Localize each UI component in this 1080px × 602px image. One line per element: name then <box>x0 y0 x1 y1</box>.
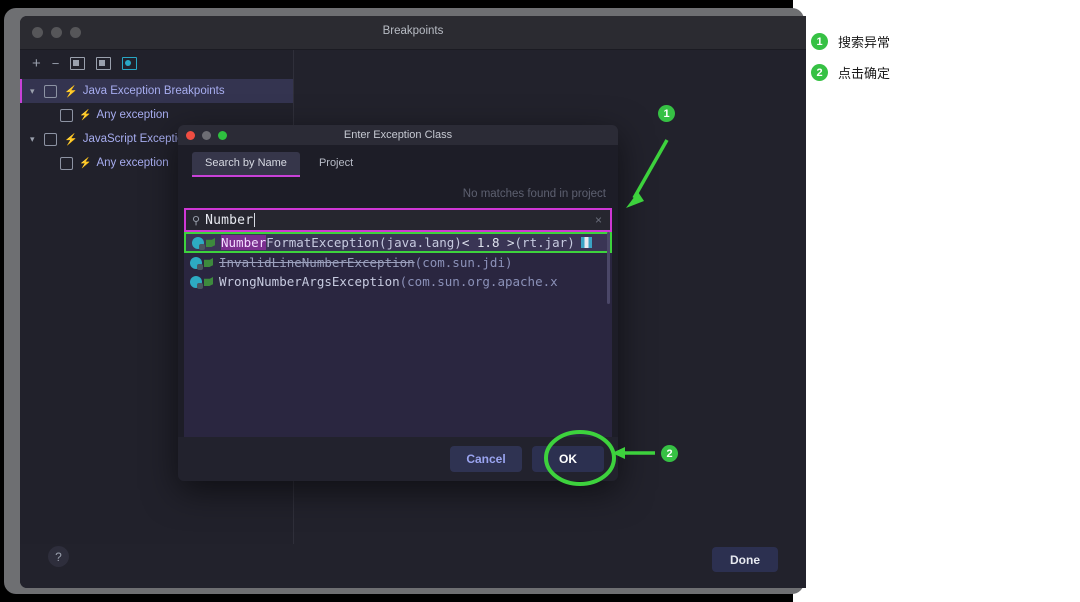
chevron-down-icon[interactable]: ▾ <box>30 134 44 145</box>
window-titlebar: Breakpoints <box>20 16 806 50</box>
cancel-button[interactable]: Cancel <box>450 446 522 472</box>
dialog-tabs: Search by Name Project <box>192 152 366 177</box>
breakpoint-bolt-muted-icon: ⚡ <box>79 110 91 121</box>
result-class-name: InvalidLineNumberException <box>219 255 415 270</box>
no-matches-status: No matches found in project <box>463 188 606 200</box>
search-input[interactable]: ⚲ Number × <box>184 208 612 232</box>
group-breakpoints-icon[interactable] <box>70 57 85 70</box>
exception-tag-icon <box>204 277 213 286</box>
tree-item-any-exception-java[interactable]: ⚡ Any exception <box>20 103 293 127</box>
text-caret <box>254 213 255 227</box>
breakpoint-bolt-muted-icon: ⚡ <box>79 158 91 169</box>
annotation-badge-2: 2 <box>661 445 678 462</box>
tree-checkbox[interactable] <box>44 133 57 146</box>
annotation-notes-panel: 1 搜索异常 2 点击确定 口帕—口厂 Captured with Xnip <box>793 0 1080 602</box>
search-icon: ⚲ <box>192 214 200 227</box>
result-class-name: FormatException <box>266 235 379 250</box>
tree-item-java-exception-breakpoints[interactable]: ▾ ⚡ Java Exception Breakpoints <box>20 79 293 103</box>
result-jar: (rt.jar) <box>515 235 575 250</box>
class-icon <box>190 276 202 288</box>
mute-breakpoints-icon[interactable] <box>122 57 137 70</box>
dialog-titlebar: Enter Exception Class <box>178 125 618 145</box>
result-row-wrong-number-args-exception[interactable]: WrongNumberArgsException (com.sun.org.ap… <box>184 272 612 291</box>
annotation-note-1: 1 搜索异常 <box>811 32 890 51</box>
exception-tag-icon <box>204 258 213 267</box>
tree-item-label: Any exception <box>96 109 168 121</box>
breakpoints-toolbar: + − <box>20 50 293 76</box>
tree-item-label: Java Exception Breakpoints <box>83 85 225 97</box>
help-button[interactable]: ? <box>48 546 69 567</box>
annotation-note-text-1: 搜索异常 <box>838 32 890 51</box>
result-package: (java.lang) <box>379 235 462 250</box>
screenshot-root: 1 搜索异常 2 点击确定 口帕—口厂 Captured with Xnip B… <box>0 0 1080 602</box>
tab-project[interactable]: Project <box>306 152 366 175</box>
result-row-number-format-exception[interactable]: NumberFormatException (java.lang) < 1.8 … <box>184 232 612 253</box>
remove-breakpoint-icon[interactable]: − <box>52 57 60 70</box>
annotation-badge-2-number: 2 <box>661 445 678 462</box>
window-title: Breakpoints <box>20 25 806 37</box>
results-scrollbar[interactable] <box>607 232 610 304</box>
tree-checkbox[interactable] <box>60 157 73 170</box>
tab-search-by-name[interactable]: Search by Name <box>192 152 300 177</box>
breakpoint-bolt-icon: ⚡ <box>64 85 78 98</box>
tree-item-label: Any exception <box>96 157 168 169</box>
save-breakpoints-icon[interactable] <box>96 57 111 70</box>
exception-tag-icon <box>206 238 215 247</box>
enter-exception-class-dialog: Enter Exception Class Search by Name Pro… <box>178 125 618 481</box>
chevron-down-icon[interactable]: ▾ <box>30 86 44 97</box>
annotation-badge-1: 1 <box>658 105 675 122</box>
done-button[interactable]: Done <box>712 547 778 572</box>
clear-search-icon[interactable]: × <box>595 213 602 227</box>
annotation-note-text-2: 点击确定 <box>838 63 890 82</box>
ok-button[interactable]: OK <box>532 446 604 472</box>
dialog-title: Enter Exception Class <box>178 129 618 141</box>
dialog-footer: Cancel OK <box>178 437 618 481</box>
class-icon <box>192 237 204 249</box>
result-version: < 1.8 > <box>462 235 515 250</box>
annotation-note-2: 2 点击确定 <box>811 63 890 82</box>
annotation-badge-1-number: 1 <box>658 105 675 122</box>
breakpoint-bolt-icon: ⚡ <box>64 133 78 146</box>
class-icon <box>190 257 202 269</box>
annotation-note-badge-2: 2 <box>811 64 828 81</box>
dialog-body: Search by Name Project No matches found … <box>178 145 618 481</box>
tree-checkbox[interactable] <box>60 109 73 122</box>
result-match-highlight: Number <box>221 235 266 250</box>
result-class-name: WrongNumberArgsException <box>219 274 400 289</box>
search-results-list: NumberFormatException (java.lang) < 1.8 … <box>184 232 612 447</box>
result-package: (com.sun.org.apache.x <box>400 274 558 289</box>
result-row-invalid-line-number-exception[interactable]: InvalidLineNumberException (com.sun.jdi) <box>184 253 612 272</box>
annotation-note-badge-1: 1 <box>811 33 828 50</box>
search-input-value: Number <box>205 213 253 228</box>
add-breakpoint-icon[interactable]: + <box>32 56 41 71</box>
tree-checkbox[interactable] <box>44 85 57 98</box>
result-package: (com.sun.jdi) <box>415 255 513 270</box>
library-icon <box>581 237 592 248</box>
